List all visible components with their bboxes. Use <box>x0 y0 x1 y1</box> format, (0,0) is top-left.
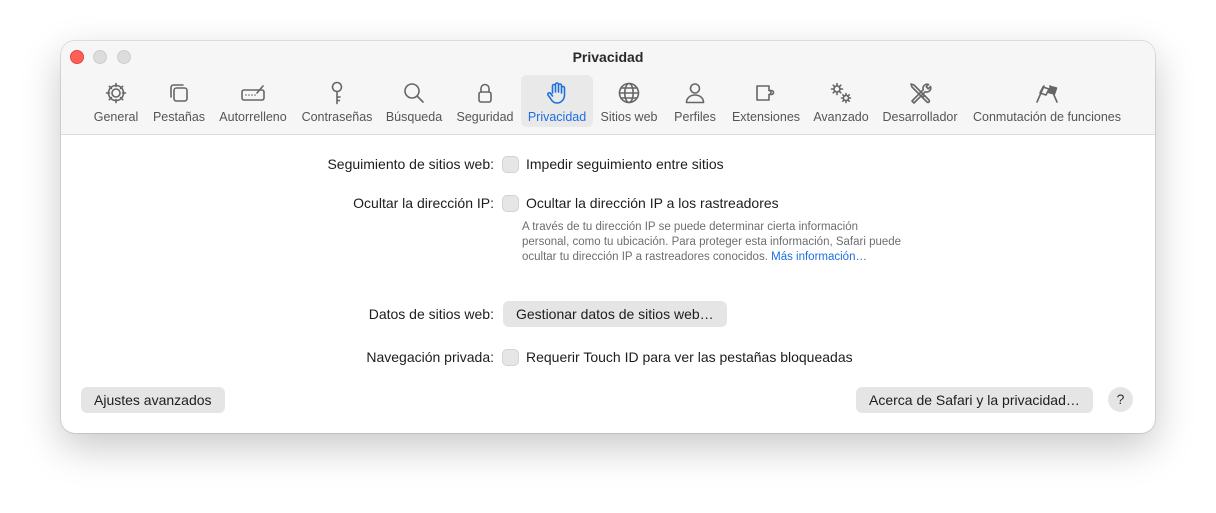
flags-icon <box>1036 85 1058 103</box>
about-safari-privacy-button[interactable]: Acerca de Safari y la privacidad… <box>856 387 1093 413</box>
tab-busqueda[interactable]: Búsqueda <box>383 75 445 127</box>
touch-id-checkbox[interactable] <box>502 349 519 366</box>
touch-id-option-label[interactable]: Requerir Touch ID para ver las pestañas … <box>526 349 853 365</box>
tab-avanzado[interactable]: Avanzado <box>810 75 872 127</box>
tab-privacidad[interactable]: Privacidad <box>521 75 593 127</box>
website-data-label: Datos de sitios web: <box>368 306 494 322</box>
tab-contrasenas[interactable]: Contraseñas <box>299 75 375 127</box>
help-button[interactable]: ? <box>1108 387 1133 412</box>
gears-icon <box>830 82 852 104</box>
tab-extensiones[interactable]: Extensiones <box>729 75 803 127</box>
autofill-icon <box>241 85 265 101</box>
tab-general[interactable]: General <box>90 75 142 127</box>
key-icon <box>331 81 343 105</box>
person-icon <box>685 83 705 104</box>
advanced-settings-button[interactable]: Ajustes avanzados <box>81 387 225 413</box>
tabs-icon <box>170 84 188 102</box>
tab-seguridad[interactable]: Seguridad <box>453 75 517 127</box>
tracking-checkbox[interactable] <box>502 156 519 173</box>
private-browsing-label: Navegación privada: <box>366 349 494 365</box>
hide-ip-checkbox[interactable] <box>502 195 519 212</box>
more-info-link[interactable]: Más información… <box>771 251 867 263</box>
tracking-label: Seguimiento de sitios web: <box>327 156 494 172</box>
manage-website-data-button[interactable]: Gestionar datos de sitios web… <box>503 301 727 327</box>
tab-pestanas[interactable]: Pestañas <box>150 75 208 127</box>
puzzle-icon <box>756 85 775 101</box>
window-title: Privacidad <box>572 49 644 65</box>
tracking-option-label[interactable]: Impedir seguimiento entre sitios <box>526 156 724 172</box>
preferences-toolbar: General Pestañas Autorrelleno Contraseña… <box>61 75 1155 131</box>
titlebar: Privacidad General Pestañas Autorrelleno… <box>61 41 1155 135</box>
hand-icon <box>547 82 566 104</box>
preferences-window: Privacidad General Pestañas Autorrelleno… <box>61 41 1155 433</box>
magnifier-icon <box>404 83 424 103</box>
hide-ip-description: A través de tu dirección IP se puede det… <box>522 221 902 263</box>
hide-ip-label: Ocultar la dirección IP: <box>353 195 494 211</box>
gear-icon <box>105 82 127 104</box>
tab-sitios-web[interactable]: Sitios web <box>597 75 661 127</box>
tools-icon <box>910 83 932 104</box>
tab-perfiles[interactable]: Perfiles <box>668 75 722 127</box>
hide-ip-option-label[interactable]: Ocultar la dirección IP a los rastreador… <box>526 195 779 211</box>
lock-icon <box>478 83 492 103</box>
tab-conmutacion-de-funciones[interactable]: Conmutación de funciones <box>969 75 1125 127</box>
tab-desarrollador[interactable]: Desarrollador <box>878 75 962 127</box>
tab-autorrelleno[interactable]: Autorrelleno <box>216 75 290 127</box>
globe-icon <box>618 82 640 104</box>
